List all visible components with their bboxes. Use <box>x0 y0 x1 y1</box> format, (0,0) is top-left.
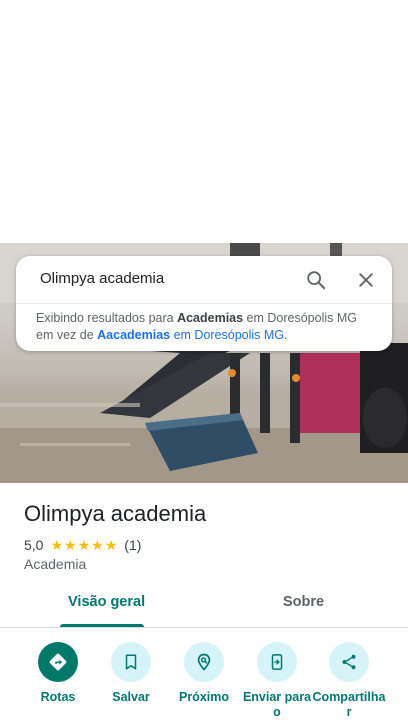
map-blank-area <box>0 0 408 243</box>
save-label: Salvar <box>112 690 150 704</box>
send-to-phone-button[interactable]: Enviar para o <box>237 642 317 720</box>
star-icon: ★ <box>91 537 104 553</box>
send-label-line1: Enviar para <box>242 690 312 704</box>
star-icon: ★ <box>64 537 77 553</box>
directions-label: Rotas <box>40 690 76 704</box>
share-label-line2: r <box>346 705 352 719</box>
search-divider <box>16 303 392 304</box>
close-button[interactable] <box>352 266 380 294</box>
results-note: Exibindo resultados para Academias em Do… <box>36 310 381 344</box>
star-icon: ★ <box>50 537 64 553</box>
nearby-circle <box>184 642 224 682</box>
close-icon <box>359 273 373 287</box>
note-prefix: Exibindo resultados para <box>36 311 178 325</box>
share-label: Compartilha r <box>309 690 389 720</box>
share-icon <box>342 654 356 670</box>
search-button[interactable] <box>302 266 330 294</box>
send-label-line2: o <box>273 705 281 719</box>
send-circle <box>257 642 297 682</box>
nearby-label: Próximo <box>178 690 229 704</box>
share-circle <box>329 642 369 682</box>
original-search-link[interactable]: Aacademias <box>97 328 170 342</box>
nearby-button[interactable]: Próximo <box>164 642 244 705</box>
rating-value: 5,0 <box>24 537 44 553</box>
place-name: Olimpya academia <box>24 501 207 526</box>
note-location: em Doresópolis MG <box>243 311 358 325</box>
place-category: Academia <box>24 556 87 572</box>
directions-circle <box>38 642 78 682</box>
star-icon: ★ <box>77 537 91 553</box>
star-icon: ★ <box>104 537 118 553</box>
nearby-icon <box>197 653 211 671</box>
save-circle <box>111 642 151 682</box>
search-input[interactable]: Olimpya academia <box>40 270 164 287</box>
directions-icon <box>49 653 67 671</box>
note-instead-prefix: em vez de <box>36 328 98 342</box>
tab-overview[interactable]: Visão geral <box>68 594 145 610</box>
rating-stars: ★ ★ ★ ★ ★ <box>50 538 118 552</box>
send-to-phone-icon <box>271 654 283 670</box>
original-search-location-link[interactable]: em Doresópolis MG. <box>170 328 288 342</box>
review-count: (1) <box>124 537 142 553</box>
bookmark-icon <box>125 654 137 670</box>
send-label: Enviar para o <box>237 690 317 720</box>
save-button[interactable]: Salvar <box>91 642 171 705</box>
tabs-divider <box>0 627 408 628</box>
search-icon <box>307 271 326 290</box>
tab-about[interactable]: Sobre <box>283 594 324 610</box>
share-label-line1: Compartilha <box>312 690 386 704</box>
share-button[interactable]: Compartilha r <box>309 642 389 720</box>
rating-row[interactable]: 5,0 ★ ★ ★ ★ ★ (1) <box>24 536 141 554</box>
search-card: Olimpya academia Exibindo resultados par… <box>16 256 392 351</box>
note-term: Academias <box>177 311 244 325</box>
directions-button[interactable]: Rotas <box>18 642 98 705</box>
